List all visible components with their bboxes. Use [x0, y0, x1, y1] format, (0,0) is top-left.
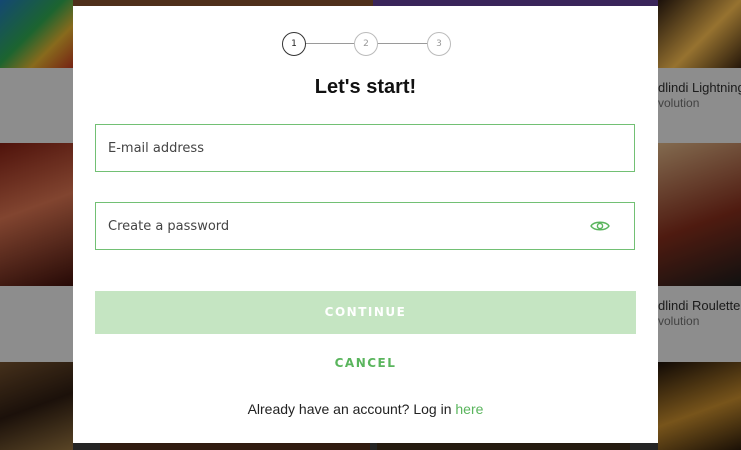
step-2-indicator: 2 — [354, 32, 378, 56]
email-input[interactable] — [108, 125, 578, 171]
modal-title: Let's start! — [314, 76, 417, 98]
login-link[interactable]: here — [455, 401, 483, 417]
step-progress: 1 2 3 — [282, 32, 451, 56]
login-prompt: Already have an account? Log in here — [73, 401, 658, 417]
login-prompt-text: Already have an account? Log in — [247, 401, 452, 417]
step-connector — [377, 43, 427, 44]
step-connector — [304, 43, 354, 44]
cancel-button[interactable]: CANCEL — [73, 356, 658, 370]
step-1-indicator: 1 — [282, 32, 306, 56]
signup-modal: 1 2 3 Let's start! CONTINUE CANCEL Alrea… — [73, 6, 658, 443]
eye-icon[interactable] — [590, 219, 610, 233]
password-field — [95, 202, 635, 250]
password-input[interactable] — [108, 203, 578, 249]
continue-button[interactable]: CONTINUE — [95, 291, 636, 334]
email-field — [95, 124, 635, 172]
step-3-indicator: 3 — [427, 32, 451, 56]
